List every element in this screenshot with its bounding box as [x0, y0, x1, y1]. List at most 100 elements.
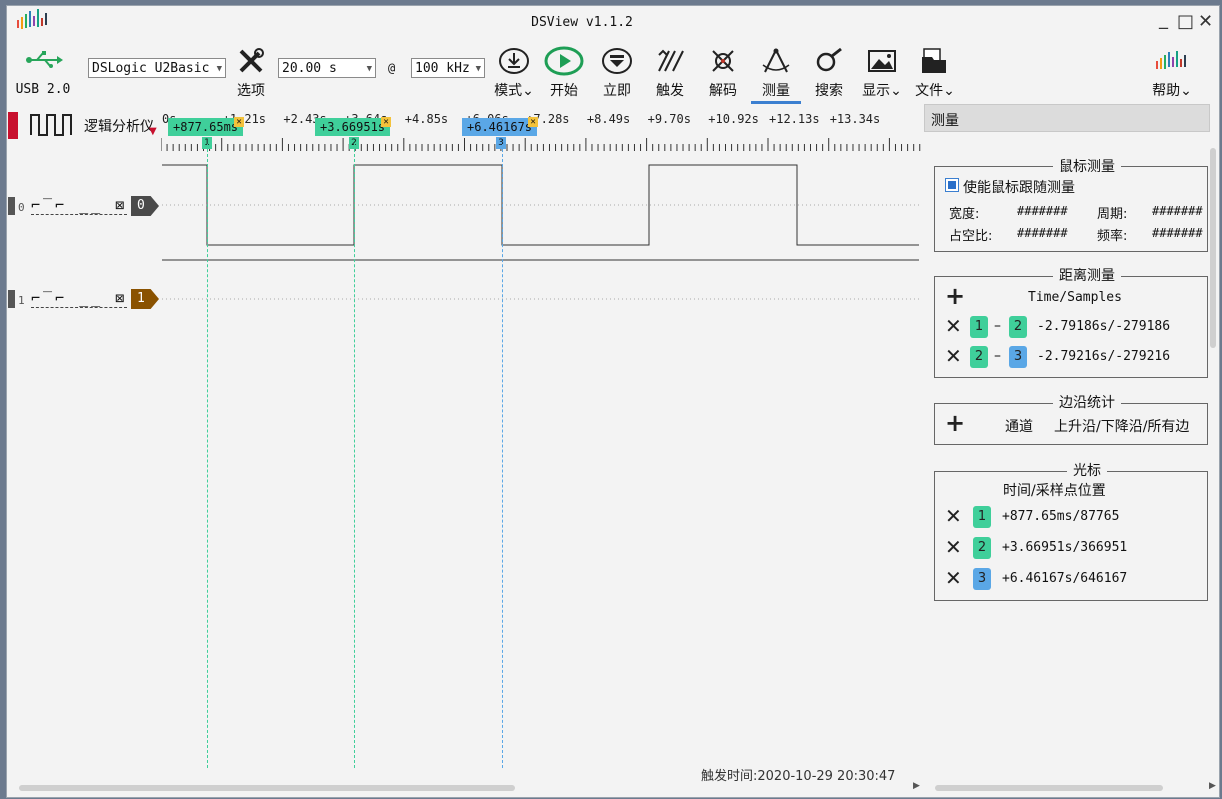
cursor-line-3[interactable] — [502, 144, 503, 768]
panel-scroll-right-icon[interactable]: ▶ — [1209, 781, 1216, 791]
record-marker — [8, 112, 18, 139]
waveform-area[interactable] — [7, 152, 923, 772]
cursor-position-value: +877.65ms/87765 — [1002, 509, 1120, 524]
samplerate-select[interactable]: 100 kHz ▼ — [411, 58, 485, 78]
search-icon — [816, 47, 842, 72]
trigger-button[interactable]: 触发 — [647, 46, 693, 100]
ruler-tick-label: +8.49s — [586, 112, 631, 126]
file-label: 文件⌄ — [915, 83, 955, 99]
channel-0-handle[interactable] — [8, 197, 15, 215]
distance-cursor-a: 1 — [970, 316, 988, 338]
width-label: 宽度: — [949, 207, 980, 222]
ruler-tick-label: +13.34s — [829, 112, 881, 126]
horizontal-scrollbar[interactable] — [19, 785, 515, 791]
file-button[interactable]: 文件⌄ — [912, 46, 958, 100]
decode-button[interactable]: 解码 — [700, 46, 746, 100]
cursor-position-value: +3.66951s/366951 — [1002, 540, 1128, 555]
cursor-title: 光标 — [1067, 460, 1107, 480]
freq-label: 频率: — [1097, 229, 1128, 244]
edge-counts-label: 上升沿/下降沿/所有边 — [1054, 419, 1190, 435]
channel-1-index: 1 — [18, 294, 25, 307]
decode-label: 解码 — [709, 83, 737, 99]
decode-icon — [712, 50, 734, 72]
chip-close-icon[interactable]: ✕ — [234, 117, 245, 127]
help-label: 帮助⌄ — [1152, 83, 1192, 99]
width-value: ####### — [1017, 204, 1068, 218]
mode-button[interactable]: 模式⌄ — [491, 46, 537, 100]
remove-cursor-button[interactable]: ✕ — [945, 504, 962, 528]
maximize-button[interactable]: □ — [1177, 11, 1194, 32]
cursor-chip-2[interactable]: +3.66951s ✕ — [315, 117, 392, 136]
mode-label: 模式⌄ — [494, 83, 534, 99]
panel-horizontal-scrollbar[interactable] — [935, 785, 1163, 791]
app-window: DSView v1.1.2 _ □ ✕ USB 2.0 DSLogic U2Ba… — [6, 5, 1220, 798]
enable-mouse-checkbox[interactable] — [945, 178, 959, 192]
cursor-chip-label: +6.46167s — [467, 120, 533, 134]
distance-measure-title: 距离测量 — [1053, 265, 1121, 285]
close-button[interactable]: ✕ — [1198, 11, 1213, 32]
chip-close-icon[interactable]: ✕ — [381, 117, 392, 127]
remove-cursor-button[interactable]: ✕ — [945, 566, 962, 590]
distance-separator: – — [994, 348, 1001, 364]
duration-select[interactable]: 20.00 s ▼ — [278, 58, 376, 78]
cursor-chip-1[interactable]: +877.65ms ✕ — [168, 117, 245, 136]
ruler-tick-label: +12.13s — [769, 112, 820, 126]
cursor-chip-3[interactable]: +6.46167s ✕ — [462, 117, 539, 136]
usb-status: USB 2.0 — [15, 46, 71, 97]
mode-name: 逻辑分析仪 — [84, 119, 154, 135]
channel-1-trigger-select[interactable]: ⌐‾⌐ __ ⊠ — [31, 289, 127, 308]
scroll-right-icon[interactable]: ▶ — [913, 781, 920, 791]
duration-value: 20.00 s — [282, 61, 337, 76]
search-button[interactable]: 搜索 — [806, 46, 852, 100]
display-button[interactable]: 显示⌄ — [859, 46, 905, 100]
device-select[interactable]: DSLogic U2Basic ▼ — [88, 58, 226, 78]
usb-icon — [26, 51, 63, 68]
measure-button[interactable]: 测量 — [751, 46, 801, 104]
options-button[interactable]: 选项 — [228, 46, 274, 100]
add-distance-button[interactable]: + — [945, 282, 965, 310]
chip-close-icon[interactable]: ✕ — [528, 117, 539, 127]
compass-icon — [762, 48, 790, 73]
cursor-badge: 1 — [973, 506, 991, 528]
minimize-button[interactable]: _ — [1159, 9, 1168, 30]
start-button[interactable]: 开始 — [541, 46, 587, 100]
channel-0-trigger-select[interactable]: ⌐‾⌐ __ ⊠ — [31, 196, 127, 215]
chevron-down-icon: ▼ — [366, 64, 372, 74]
distance-value: -2.79216s/-279216 — [1037, 349, 1171, 364]
chevron-down-icon: ▼ — [475, 64, 481, 74]
download-circle-icon — [499, 48, 529, 74]
cursor-badge: 3 — [973, 568, 991, 590]
cursor-header: 时间/采样点位置 — [1003, 483, 1106, 499]
instant-icon — [602, 48, 632, 74]
period-label: 周期: — [1097, 207, 1128, 222]
help-button[interactable]: 帮助⌄ — [1149, 46, 1195, 100]
display-icon — [868, 50, 896, 72]
channel-0-signal — [162, 164, 919, 246]
channel-0-index: 0 — [18, 201, 25, 214]
edge-channel-label: 通道 — [1005, 419, 1033, 435]
cursor-line-1[interactable] — [207, 144, 208, 768]
at-label: @ — [388, 61, 396, 75]
checkbox-check-icon — [948, 181, 956, 189]
start-label: 开始 — [550, 83, 578, 99]
cursor-anchor-3[interactable]: 3 — [496, 137, 506, 149]
folder-icon — [922, 48, 946, 73]
instant-button[interactable]: 立即 — [594, 46, 640, 100]
panel-vertical-scrollbar[interactable] — [1210, 148, 1216, 348]
logic-wave-icon — [30, 114, 72, 136]
cursor-line-2[interactable] — [354, 144, 355, 768]
options-label: 选项 — [237, 83, 265, 99]
trigger-time: 触发时间:2020-10-29 20:30:47 — [701, 769, 896, 784]
display-label: 显示⌄ — [862, 83, 902, 99]
edge-stats-title: 边沿统计 — [1053, 392, 1121, 412]
remove-distance-button[interactable]: ✕ — [945, 314, 962, 338]
remove-cursor-button[interactable]: ✕ — [945, 535, 962, 559]
measure-label: 测量 — [762, 83, 790, 99]
active-tab-indicator — [751, 101, 801, 104]
channel-1-handle[interactable] — [8, 290, 15, 308]
add-edge-stat-button[interactable]: + — [945, 409, 965, 437]
usb-label: USB 2.0 — [15, 82, 71, 97]
remove-distance-button[interactable]: ✕ — [945, 344, 962, 368]
chevron-down-icon: ▼ — [216, 64, 222, 74]
distance-cursor-b: 2 — [1009, 316, 1027, 338]
